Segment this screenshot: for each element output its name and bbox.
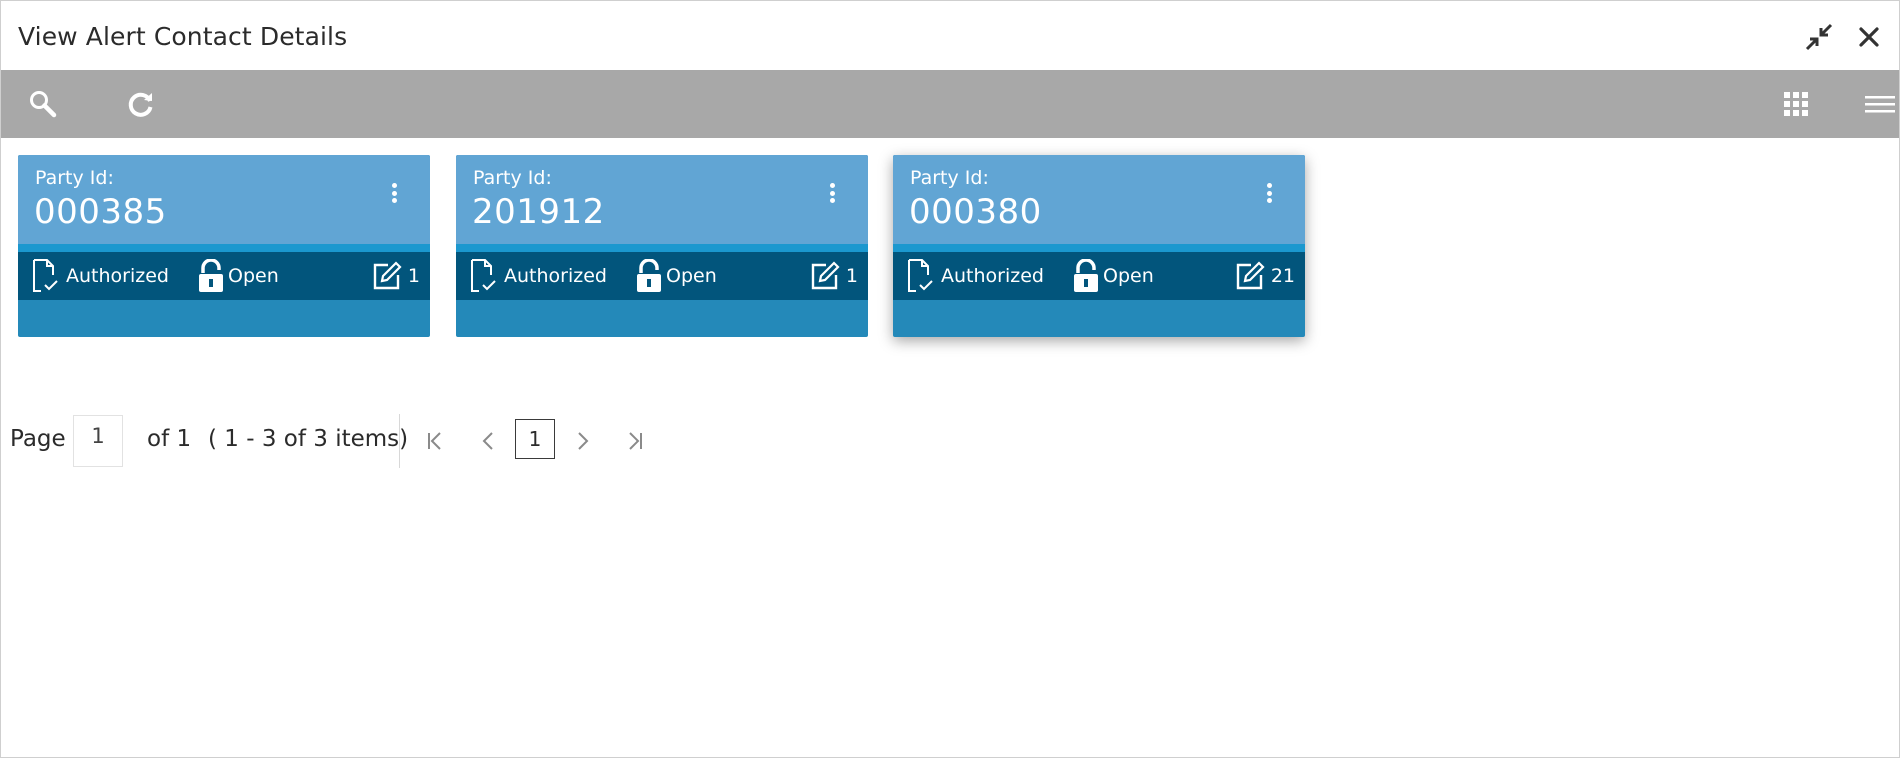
current-page-button[interactable]: 1 — [515, 419, 555, 459]
party-id-value: 000380 — [909, 192, 1042, 232]
first-page-icon[interactable] — [421, 426, 449, 456]
more-options-icon[interactable] — [822, 180, 842, 206]
unlock-icon — [637, 259, 661, 292]
authorization-status-text: Authorized — [504, 265, 607, 287]
search-icon[interactable] — [26, 87, 60, 121]
toolbar — [1, 70, 1899, 138]
record-status: Open — [636, 252, 717, 300]
record-status: Open — [1073, 252, 1154, 300]
title-bar: View Alert Contact Details — [1, 1, 1899, 70]
modification-count-text: 1 — [407, 265, 420, 287]
document-check-icon — [471, 259, 496, 292]
more-options-icon[interactable] — [1259, 180, 1279, 206]
list-view-icon[interactable] — [1863, 87, 1897, 121]
card-status-bar: Authorized Open 1 — [456, 252, 868, 300]
window-title: View Alert Contact Details — [18, 22, 348, 51]
party-id-value: 201912 — [472, 192, 605, 232]
card-stripe — [456, 244, 868, 252]
more-options-icon[interactable] — [384, 180, 404, 206]
window-actions — [1803, 21, 1885, 53]
close-icon[interactable] — [1853, 21, 1885, 53]
previous-page-icon[interactable] — [475, 426, 503, 456]
unlock-icon — [199, 259, 223, 292]
card-stripe — [18, 244, 430, 252]
edit-icon — [1236, 261, 1265, 290]
card-stripe — [893, 244, 1305, 252]
pagination-divider — [399, 414, 400, 468]
modification-count: 1 — [810, 252, 858, 300]
card-status-bar: Authorized Open 21 — [893, 252, 1305, 300]
authorization-status: Authorized — [32, 252, 169, 300]
modification-count: 1 — [372, 252, 420, 300]
party-card[interactable]: Party Id: 000385 Authorized Open 1 — [18, 155, 430, 337]
party-card[interactable]: Party Id: 000380 Authorized Open 21 — [893, 155, 1305, 337]
refresh-icon[interactable] — [124, 87, 158, 121]
record-status-text: Open — [228, 265, 279, 287]
party-id-label: Party Id: — [910, 167, 989, 189]
modification-count-text: 21 — [1270, 265, 1295, 287]
next-page-icon[interactable] — [568, 426, 596, 456]
unlock-icon — [1074, 259, 1098, 292]
record-status-text: Open — [666, 265, 717, 287]
view-alert-contact-details-window: View Alert Contact Details Party Id: 000… — [0, 0, 1900, 758]
page-number-input[interactable]: 1 — [73, 415, 123, 467]
collapse-arrows-icon[interactable] — [1803, 21, 1835, 53]
modification-count-text: 1 — [845, 265, 858, 287]
party-card[interactable]: Party Id: 201912 Authorized Open 1 — [456, 155, 868, 337]
record-status-text: Open — [1103, 265, 1154, 287]
document-check-icon — [33, 259, 58, 292]
document-check-icon — [908, 259, 933, 292]
pagination: Page 1 of 1 ( 1 - 3 of 3 items) 1 — [1, 414, 701, 468]
authorization-status: Authorized — [470, 252, 607, 300]
last-page-icon[interactable] — [621, 426, 649, 456]
card-header: Party Id: 201912 — [456, 155, 868, 244]
party-id-label: Party Id: — [35, 167, 114, 189]
card-status-bar: Authorized Open 1 — [18, 252, 430, 300]
page-total-label: of 1 — [147, 426, 192, 452]
item-range-label: ( 1 - 3 of 3 items) — [208, 426, 409, 452]
party-id-label: Party Id: — [473, 167, 552, 189]
authorization-status: Authorized — [907, 252, 1044, 300]
card-header: Party Id: 000380 — [893, 155, 1305, 244]
party-id-value: 000385 — [34, 192, 167, 232]
record-status: Open — [198, 252, 279, 300]
modification-count: 21 — [1235, 252, 1295, 300]
authorization-status-text: Authorized — [941, 265, 1044, 287]
card-header: Party Id: 000385 — [18, 155, 430, 244]
authorization-status-text: Authorized — [66, 265, 169, 287]
edit-icon — [811, 261, 840, 290]
edit-icon — [373, 261, 402, 290]
page-label: Page — [10, 426, 66, 452]
grid-view-icon[interactable] — [1779, 87, 1813, 121]
